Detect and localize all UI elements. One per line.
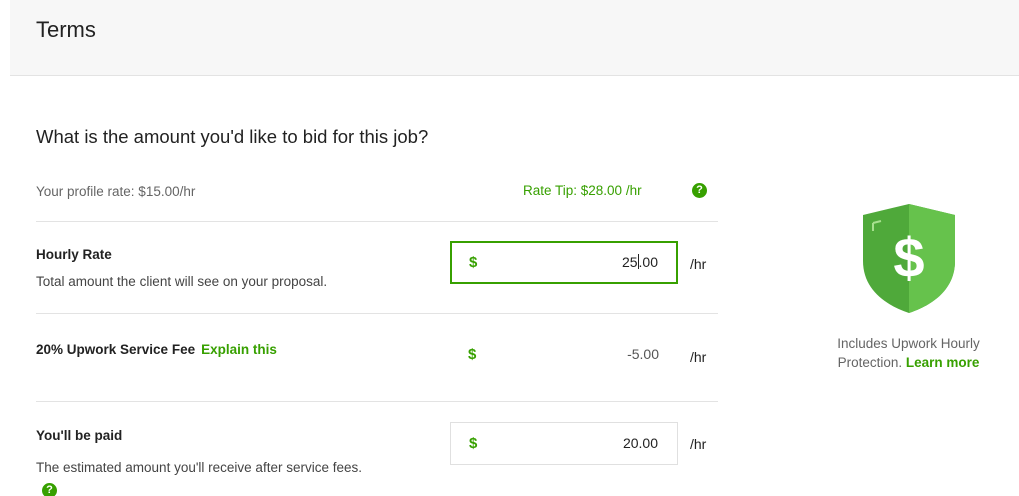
divider <box>36 313 718 314</box>
terms-title: Terms <box>36 17 96 42</box>
explain-fee-link[interactable]: Explain this <box>201 342 277 357</box>
hourly-rate-description: Total amount the client will see on your… <box>36 274 328 289</box>
divider <box>36 401 718 402</box>
currency-symbol: $ <box>468 346 477 363</box>
per-hour-unit: /hr <box>690 256 707 272</box>
hourly-rate-value[interactable]: 25.00 <box>622 254 658 270</box>
service-fee-label: 20% Upwork Service Fee Explain this <box>36 342 277 357</box>
profile-rate: Your profile rate: $15.00/hr <box>36 184 196 199</box>
divider <box>36 221 718 222</box>
per-hour-unit: /hr <box>690 349 707 365</box>
hourly-rate-input[interactable]: $ 25.00 <box>450 241 678 284</box>
question-circle-icon[interactable]: ? <box>42 483 57 496</box>
you-will-be-paid-value[interactable]: 20.00 <box>623 435 658 451</box>
learn-more-link[interactable]: Learn more <box>906 355 980 370</box>
you-will-be-paid-input[interactable]: $ 20.00 <box>450 422 678 465</box>
dollar-shield-icon: $ <box>859 201 959 316</box>
currency-symbol: $ <box>469 254 478 271</box>
you-will-be-paid-description: The estimated amount you'll receive afte… <box>36 460 362 496</box>
terms-header: Terms <box>10 0 1019 76</box>
service-fee-value: -5.00 <box>627 346 659 362</box>
currency-symbol: $ <box>469 435 478 452</box>
bid-question: What is the amount you'd like to bid for… <box>36 126 429 147</box>
question-circle-icon[interactable]: ? <box>692 183 707 198</box>
rate-tip: Rate Tip: $28.00 /hr <box>523 183 642 198</box>
you-will-be-paid-label: You'll be paid <box>36 428 123 443</box>
per-hour-unit: /hr <box>690 436 707 452</box>
service-fee-display: $ -5.00 <box>450 334 678 377</box>
protection-note: Includes Upwork Hourly Protection. Learn… <box>837 336 980 370</box>
shield-dollar-glyph: $ <box>893 226 924 289</box>
hourly-rate-label: Hourly Rate <box>36 247 112 262</box>
